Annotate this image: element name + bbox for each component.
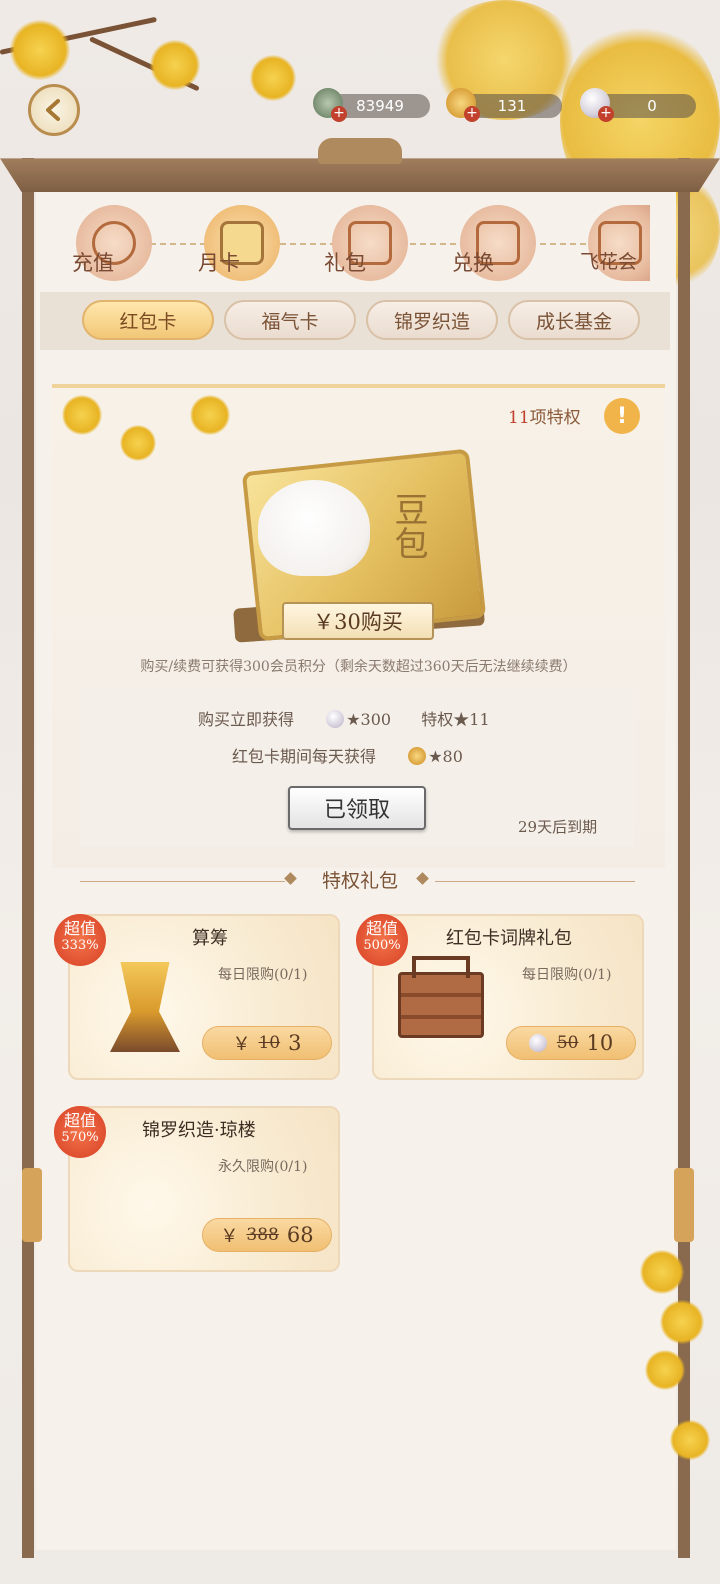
old-price: 10 bbox=[258, 1033, 281, 1053]
pearl-icon: + bbox=[580, 88, 614, 122]
back-button[interactable] bbox=[28, 84, 80, 136]
immediate-reward-row: 购买立即获得 ★300 特权★11 bbox=[198, 710, 490, 729]
blossom-decoration bbox=[62, 395, 102, 435]
gift-card[interactable]: 红包卡词牌礼包 每日限购(0/1) 50 10 bbox=[372, 914, 644, 1080]
buy-button[interactable]: ￥30购买 bbox=[282, 602, 434, 640]
daily-reward-row: 红包卡期间每天获得 ★80 bbox=[232, 747, 463, 766]
resource-value: 131 bbox=[497, 97, 527, 115]
gold-ingot-icon: + bbox=[446, 88, 480, 122]
gift-card[interactable]: 锦罗织造·琼楼 永久限购(0/1) ￥ 388 68 bbox=[68, 1106, 340, 1272]
blossom-decoration bbox=[645, 1350, 685, 1390]
category-label: 月卡 bbox=[198, 251, 240, 275]
price-button[interactable]: ￥ 388 68 bbox=[202, 1218, 332, 1252]
tab-growth-fund[interactable]: 成长基金 bbox=[508, 300, 640, 340]
tab-red-envelope-card[interactable]: 红包卡 bbox=[82, 300, 214, 340]
gift-limit: 每日限购(0/1) bbox=[218, 967, 308, 983]
blossom-decoration bbox=[250, 55, 296, 101]
gift-limit: 每日限购(0/1) bbox=[522, 967, 612, 983]
resource-value: 83949 bbox=[356, 97, 404, 115]
category-label: 礼包 bbox=[324, 251, 366, 275]
category-feihua[interactable]: 飞花会 bbox=[580, 205, 650, 281]
old-price: 50 bbox=[556, 1033, 579, 1053]
value-badge: 超值 500% bbox=[356, 914, 408, 966]
resource-value: 0 bbox=[647, 97, 657, 115]
purchase-note: 购买/续费可获得300会员积分（剩余天数超过360天后无法继续续费） bbox=[140, 659, 577, 675]
claimed-button[interactable]: 已领取 bbox=[288, 786, 426, 830]
price-button[interactable]: ￥ 10 3 bbox=[202, 1026, 332, 1060]
gold-ingot-icon bbox=[408, 747, 427, 765]
section-title: 特权礼包 bbox=[321, 870, 398, 892]
value-badge: 超值 570% bbox=[54, 1106, 106, 1158]
frame-top-ornament bbox=[318, 138, 402, 164]
category-label: 兑换 bbox=[452, 251, 494, 275]
blossom-decoration bbox=[150, 40, 200, 90]
add-pearl-button[interactable]: + bbox=[598, 106, 614, 122]
old-price: 388 bbox=[246, 1225, 279, 1245]
category-recharge[interactable]: 充值 bbox=[72, 205, 152, 281]
card-text: 豆包 bbox=[388, 492, 428, 560]
expire-text: 29天后到期 bbox=[518, 818, 598, 836]
blossom-decoration bbox=[10, 20, 70, 80]
category-exchange[interactable]: 兑换 bbox=[452, 205, 536, 281]
blossom-decoration bbox=[670, 1420, 710, 1460]
blossom-decoration bbox=[640, 1250, 684, 1294]
gift-title: 锦罗织造·琼楼 bbox=[142, 1120, 256, 1141]
gift-limit: 永久限购(0/1) bbox=[218, 1159, 308, 1175]
category-gift-pack[interactable]: 礼包 bbox=[324, 205, 408, 281]
pearl-icon bbox=[326, 710, 345, 728]
info-icon[interactable]: ! bbox=[604, 398, 640, 434]
blossom-decoration bbox=[120, 425, 156, 461]
box-handle bbox=[412, 956, 470, 978]
privilege-count: 11项特权 bbox=[508, 408, 581, 428]
gift-title: 算筹 bbox=[192, 928, 228, 949]
add-gold-button[interactable]: + bbox=[464, 106, 480, 122]
tab-fortune-card[interactable]: 福气卡 bbox=[224, 300, 356, 340]
blossom-decoration bbox=[660, 1300, 704, 1344]
new-price: 3 bbox=[288, 1031, 302, 1055]
counting-rods-icon bbox=[110, 962, 180, 1052]
pearl-icon bbox=[528, 1034, 547, 1052]
right-side-handle[interactable] bbox=[674, 1168, 694, 1242]
category-label: 飞花会 bbox=[580, 251, 638, 273]
price-button[interactable]: 50 10 bbox=[506, 1026, 636, 1060]
value-badge: 超值 333% bbox=[54, 914, 106, 966]
new-price: 68 bbox=[286, 1223, 314, 1247]
doubao-mascot-icon bbox=[258, 480, 370, 576]
add-jade-button[interactable]: + bbox=[331, 106, 347, 122]
left-side-handle[interactable] bbox=[22, 1168, 42, 1242]
section-divider bbox=[80, 881, 285, 882]
jade-coin-icon: + bbox=[313, 88, 347, 122]
gift-title: 红包卡词牌礼包 bbox=[446, 928, 572, 949]
back-arrow-icon bbox=[46, 99, 60, 121]
food-box-icon bbox=[398, 972, 484, 1038]
blossom-decoration bbox=[190, 395, 230, 435]
category-label: 充值 bbox=[72, 251, 114, 275]
section-divider bbox=[435, 881, 635, 882]
gift-card[interactable]: 算筹 每日限购(0/1) ￥ 10 3 bbox=[68, 914, 340, 1080]
category-month-card[interactable]: 月卡 bbox=[198, 205, 280, 281]
tab-brocade-weaving[interactable]: 锦罗织造 bbox=[366, 300, 498, 340]
new-price: 10 bbox=[586, 1031, 614, 1055]
